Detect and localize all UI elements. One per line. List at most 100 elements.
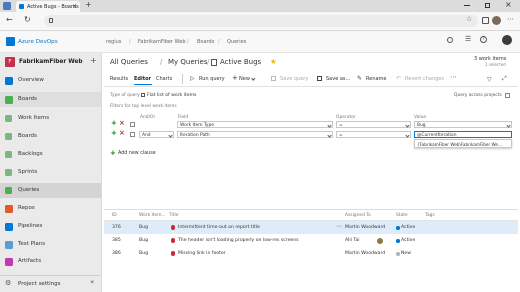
add-clause-icon[interactable]: + bbox=[111, 129, 117, 137]
col-header-assigned[interactable]: Assigned To bbox=[345, 213, 371, 218]
breadcrumb-separator: / bbox=[160, 58, 163, 66]
revert-changes-button[interactable]: ↶ Revert changes bbox=[395, 74, 445, 84]
expand-icon[interactable]: ⤢ bbox=[502, 75, 507, 83]
profile-avatar-icon[interactable] bbox=[492, 16, 501, 25]
more-menu-icon[interactable]: ⋯ bbox=[507, 15, 514, 23]
nav-boards[interactable]: Boards bbox=[0, 92, 101, 107]
help-icon[interactable]: ? bbox=[480, 36, 487, 43]
play-icon: ▷ bbox=[190, 75, 195, 82]
field-select[interactable]: Work Item Type bbox=[177, 121, 333, 128]
breadcrumb-org[interactable]: regius bbox=[106, 39, 121, 45]
azure-devops-logo-icon[interactable] bbox=[6, 37, 15, 46]
nav-repos[interactable]: Repos bbox=[0, 201, 101, 216]
remove-clause-icon[interactable]: × bbox=[119, 119, 125, 127]
table-row[interactable]: 386 Bug Missing link in footer Martin Wo… bbox=[104, 247, 518, 260]
table-row[interactable]: 385 Bug The header isn't loading properl… bbox=[104, 234, 518, 247]
row-more-icon[interactable]: ⋯ bbox=[336, 223, 342, 230]
nav-queries[interactable]: Queries bbox=[0, 183, 101, 198]
results-splitter[interactable] bbox=[104, 209, 518, 210]
nav-artifacts[interactable]: Artifacts bbox=[0, 254, 101, 269]
query-type-select[interactable]: Flat list of work items bbox=[141, 92, 201, 99]
tab-editor[interactable]: Editor bbox=[134, 76, 151, 82]
close-tab-icon[interactable]: × bbox=[72, 3, 77, 10]
col-header-state[interactable]: State bbox=[396, 213, 408, 218]
refresh-icon[interactable]: ↻ bbox=[24, 15, 31, 24]
project-name[interactable]: FabrikamFiber Web bbox=[19, 59, 83, 65]
bug-icon bbox=[171, 225, 175, 230]
column-value: Value bbox=[414, 115, 427, 120]
work-item-title-link[interactable]: Intermittent time-out on report title bbox=[178, 225, 260, 230]
breadcrumb-boards[interactable]: Boards bbox=[197, 39, 214, 45]
browser-tab-active-bugs[interactable]: Active Bugs - Boards × bbox=[16, 1, 80, 12]
breadcrumb-project[interactable]: FabrikamFiber Web bbox=[138, 39, 186, 45]
filter-icon[interactable]: ▽ bbox=[487, 76, 492, 83]
nav-work-items[interactable]: Work Items bbox=[0, 111, 101, 126]
favorite-star-icon[interactable]: ★ bbox=[270, 57, 277, 66]
nav-boards-sub[interactable]: Boards bbox=[0, 129, 101, 144]
value-input[interactable]: @CurrentIteration bbox=[414, 131, 512, 138]
save-as-button[interactable]: Save as... bbox=[316, 74, 352, 84]
settings-icon[interactable]: ☰ bbox=[465, 35, 471, 43]
clause-checkbox[interactable] bbox=[130, 132, 135, 137]
rename-button[interactable]: ✎ Rename bbox=[356, 74, 388, 84]
field-select[interactable]: Iteration Path bbox=[177, 131, 333, 138]
nav-test-plans[interactable]: Test Plans bbox=[0, 237, 101, 252]
new-tab-icon[interactable]: + bbox=[85, 0, 92, 9]
operator-select[interactable]: = bbox=[336, 131, 411, 138]
breadcrumb-queries[interactable]: Queries bbox=[227, 39, 246, 45]
tab-charts[interactable]: Charts bbox=[156, 76, 172, 82]
minimize-icon[interactable] bbox=[464, 5, 470, 6]
col-header-type[interactable]: Work Item... bbox=[139, 213, 166, 218]
chevron-down-icon bbox=[167, 132, 173, 138]
user-avatar[interactable] bbox=[502, 35, 512, 45]
more-actions-icon[interactable]: ⋯ bbox=[450, 73, 457, 81]
header-search-icon[interactable] bbox=[447, 37, 453, 43]
nav-pipelines[interactable]: Pipelines bbox=[0, 219, 101, 234]
back-arrow-icon[interactable]: ← bbox=[6, 15, 13, 24]
column-andor: And/Or bbox=[140, 115, 156, 120]
collapse-nav-icon[interactable]: « bbox=[90, 278, 94, 286]
collections-icon[interactable] bbox=[482, 17, 489, 24]
query-across-projects-checkbox[interactable] bbox=[505, 93, 510, 98]
value-suggestion-dropdown[interactable]: [FabrikamFiber Web\FabrikamFiber We... bbox=[414, 139, 512, 148]
add-icon[interactable]: + bbox=[90, 56, 97, 65]
col-header-tags[interactable]: Tags bbox=[425, 213, 435, 218]
run-query-button[interactable]: ▷ Run query bbox=[188, 74, 228, 84]
close-window-icon[interactable]: × bbox=[505, 0, 512, 9]
selected-count: 1 selected bbox=[485, 62, 506, 67]
add-clause-icon[interactable]: + bbox=[111, 119, 117, 127]
add-new-clause-button[interactable]: + Add new clause bbox=[110, 149, 160, 158]
breadcrumb-all-queries[interactable]: All Queries bbox=[110, 58, 148, 66]
nav-backlogs[interactable]: Backlogs bbox=[0, 147, 101, 162]
work-item-title-link[interactable]: The header isn't loading properly on low… bbox=[178, 238, 299, 243]
operator-select[interactable]: = bbox=[336, 121, 411, 128]
suggestion-item[interactable]: [FabrikamFiber Web\FabrikamFiber We... bbox=[418, 142, 502, 147]
work-item-title-link[interactable]: Missing link in footer bbox=[178, 251, 226, 256]
save-query-button[interactable]: Save query bbox=[270, 74, 314, 84]
value-input[interactable]: Bug bbox=[414, 121, 512, 128]
maximize-icon[interactable] bbox=[485, 2, 490, 8]
plus-icon: + bbox=[110, 149, 116, 157]
breadcrumb-separator: / bbox=[218, 39, 220, 45]
tab-actions-icon[interactable] bbox=[3, 2, 11, 10]
remove-clause-icon[interactable]: × bbox=[119, 129, 125, 137]
save-as-icon bbox=[317, 76, 322, 81]
table-row[interactable]: 376 Bug Intermittent time-out on report … bbox=[104, 221, 518, 234]
col-header-id[interactable]: ID bbox=[112, 213, 117, 218]
boards-icon bbox=[5, 95, 13, 104]
nav-sprints[interactable]: Sprints bbox=[0, 165, 101, 180]
query-type-label: Type of query bbox=[110, 93, 140, 98]
col-header-title[interactable]: Title bbox=[169, 213, 178, 218]
address-bar[interactable] bbox=[44, 15, 478, 27]
favorite-star-icon[interactable]: ☆ bbox=[466, 15, 472, 23]
andor-select[interactable]: And bbox=[139, 131, 174, 138]
new-button[interactable]: + New bbox=[232, 74, 257, 84]
clause-checkbox[interactable] bbox=[130, 122, 135, 127]
breadcrumb-my-queries[interactable]: My Queries bbox=[168, 58, 207, 66]
nav-project-settings[interactable]: ⚙ Project settings bbox=[0, 277, 101, 292]
chevron-down-icon bbox=[326, 122, 332, 128]
tab-results[interactable]: Results bbox=[110, 76, 128, 82]
chevron-down-icon bbox=[326, 132, 332, 138]
org-name[interactable]: Azure DevOps bbox=[18, 39, 58, 45]
nav-overview[interactable]: Overview bbox=[0, 73, 101, 88]
